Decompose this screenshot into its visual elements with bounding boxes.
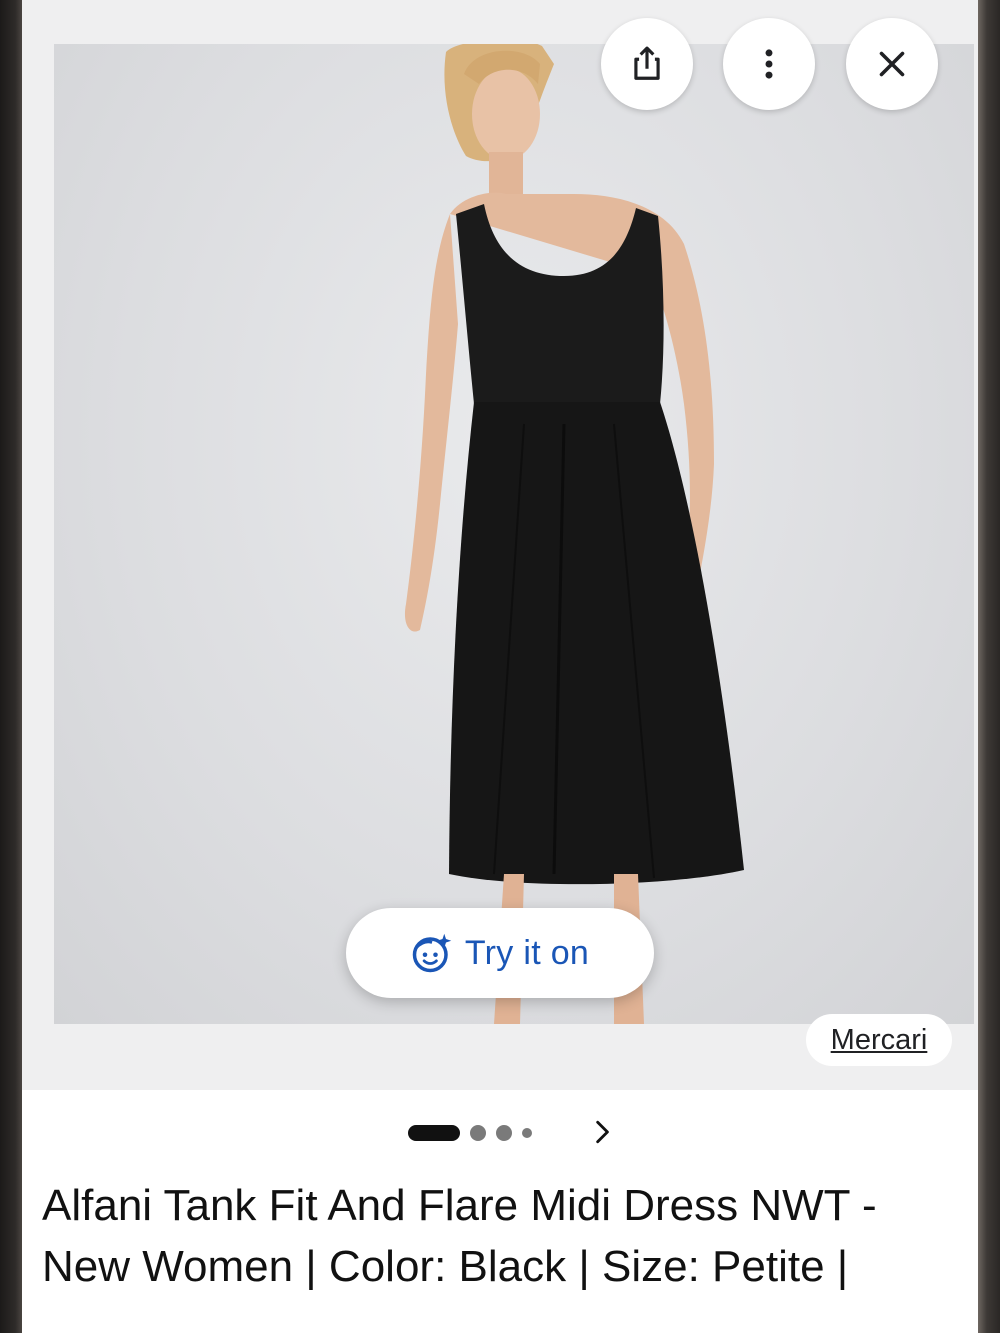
try-it-on-label: Try it on	[464, 933, 590, 972]
product-photo[interactable]	[54, 44, 974, 1024]
pager-dot[interactable]	[496, 1125, 512, 1141]
dress-model-illustration	[404, 44, 744, 1024]
try-it-on-button[interactable]: Try it on	[346, 908, 654, 998]
product-title[interactable]: Alfani Tank Fit And Flare Midi Dress NWT…	[42, 1175, 922, 1297]
share-icon	[634, 46, 660, 80]
face-sparkle-icon	[412, 933, 452, 973]
share-button[interactable]	[601, 18, 693, 110]
product-image-area: Try it on Mercari	[22, 0, 978, 1090]
image-pager	[408, 1124, 532, 1142]
more-options-button[interactable]	[723, 18, 815, 110]
pager-dot[interactable]	[470, 1125, 486, 1141]
source-link[interactable]: Mercari	[806, 1014, 952, 1066]
close-button[interactable]	[846, 18, 938, 110]
pager-dot-active[interactable]	[408, 1125, 460, 1141]
source-label: Mercari	[830, 1023, 928, 1056]
device-bezel-right	[978, 0, 1000, 1333]
close-icon	[879, 51, 905, 77]
next-image-button[interactable]	[582, 1112, 622, 1152]
device-bezel-left	[0, 0, 22, 1333]
chevron-right-icon	[596, 1120, 609, 1144]
pager-dot[interactable]	[522, 1128, 532, 1138]
more-vert-icon	[765, 49, 773, 79]
